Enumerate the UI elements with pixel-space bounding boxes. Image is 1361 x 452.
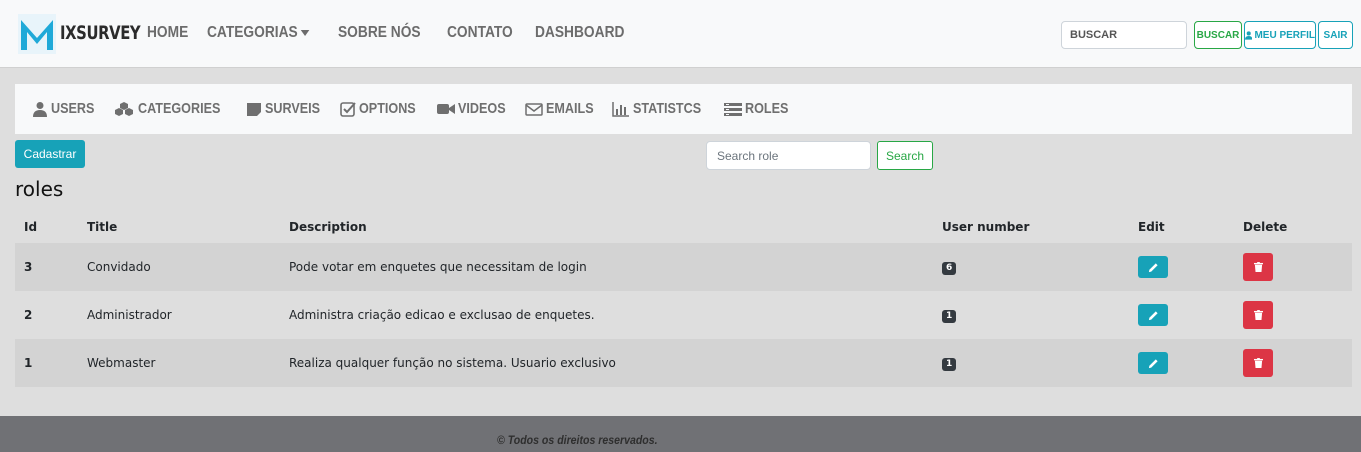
subnav-videos[interactable]: VIDEOS [436, 100, 515, 117]
subnav-users-label: USERS [51, 100, 95, 117]
cadastrar-button[interactable]: Cadastrar [15, 140, 85, 168]
table-row: 1 Webmaster Realiza qualquer função no s… [15, 339, 1352, 387]
header-title: Title [87, 220, 118, 234]
table-row: 2 Administrador Administra criação edica… [15, 291, 1352, 339]
pencil-icon [1148, 262, 1158, 272]
role-search-input[interactable] [706, 141, 871, 170]
admin-subnav: USERS CATEGORIES SURVEIS OPTIONS VIDEOS … [15, 84, 1352, 134]
header-description: Description [289, 220, 367, 234]
meu-perfil-label: MEU PERFIL [1254, 29, 1315, 41]
nav-sobre[interactable]: SOBRE NÓS [338, 24, 421, 42]
cell-id: 2 [24, 308, 33, 322]
cell-description: Pode votar em enquetes que necessitam de… [289, 260, 587, 274]
footer-copyright: © Todos os direitos reservados. [497, 433, 658, 447]
cell-description: Realiza qualquer função no sistema. Usua… [289, 356, 616, 370]
header-edit: Edit [1138, 220, 1165, 234]
video-camera-icon [436, 103, 455, 114]
pencil-icon [1148, 310, 1158, 320]
subnav-surveis[interactable]: SURVEIS [246, 100, 331, 117]
buscar-button[interactable]: BUSCAR [1194, 21, 1242, 49]
sair-button[interactable]: SAIR [1318, 21, 1353, 49]
main-nav: HOME CATEGORIAS SOBRE NÓS CONTATO DASHBO… [147, 24, 651, 42]
user-count-badge: 6 [942, 262, 957, 275]
delete-button[interactable] [1243, 349, 1273, 377]
mixsurvey-logo[interactable] [18, 14, 56, 54]
trash-icon [1253, 262, 1263, 272]
edit-button[interactable] [1138, 352, 1168, 374]
cell-id: 3 [24, 260, 33, 274]
edit-button[interactable] [1138, 304, 1168, 326]
page-title: roles [15, 177, 64, 201]
subnav-options[interactable]: OPTIONS [340, 100, 427, 117]
table-row: 3 Convidado Pode votar em enquetes que n… [15, 243, 1352, 291]
subnav-options-label: OPTIONS [359, 100, 417, 117]
nav-home[interactable]: HOME [147, 24, 188, 42]
user-icon [1245, 30, 1253, 40]
user-count-badge: 1 [942, 358, 957, 371]
subnav-roles-label: ROLES [745, 100, 789, 117]
top-navbar: IXSURVEY HOME CATEGORIAS SOBRE NÓS CONTA… [0, 0, 1361, 68]
cubes-icon [114, 101, 133, 116]
subnav-users[interactable]: USERS [32, 100, 103, 117]
nav-categorias[interactable]: CATEGORIAS [207, 24, 310, 42]
subnav-emails-label: EMAILS [545, 100, 594, 117]
cell-id: 1 [24, 356, 33, 370]
user-count-badge: 1 [942, 310, 957, 323]
subnav-statistcs-label: STATISTCS [633, 100, 702, 117]
header-user-number: User number [942, 220, 1030, 234]
subnav-emails[interactable]: EMAILS [524, 100, 603, 117]
envelope-icon [524, 102, 543, 116]
nav-contato[interactable]: CONTATO [447, 24, 513, 42]
subnav-categories[interactable]: CATEGORIES [113, 100, 236, 117]
pencil-icon [1148, 358, 1158, 368]
subnav-roles[interactable]: ROLES [724, 100, 797, 117]
cell-title: Convidado [87, 260, 151, 274]
user-icon [33, 101, 47, 117]
cell-title: Webmaster [87, 356, 156, 370]
bar-chart-icon [612, 101, 630, 117]
subnav-categories-label: CATEGORIES [137, 100, 221, 117]
delete-button[interactable] [1243, 301, 1273, 329]
subnav-videos-label: VIDEOS [457, 100, 506, 117]
roles-table: Id Title Description User number Edit De… [15, 211, 1352, 387]
trash-icon [1253, 358, 1263, 368]
meu-perfil-button[interactable]: MEU PERFIL [1244, 21, 1316, 49]
brand-name[interactable]: IXSURVEY [60, 22, 141, 44]
top-search-input[interactable] [1061, 21, 1187, 49]
delete-button[interactable] [1243, 253, 1273, 281]
edit-button[interactable] [1138, 256, 1168, 278]
header-id: Id [24, 220, 38, 234]
cell-title: Administrador [87, 308, 172, 322]
subnav-surveis-label: SURVEIS [264, 100, 320, 117]
nav-categorias-label: CATEGORIAS [207, 24, 298, 41]
check-square-icon [340, 101, 357, 117]
trash-icon [1253, 310, 1263, 320]
caret-down-icon [301, 29, 310, 36]
list-icon [724, 102, 743, 116]
nav-dashboard[interactable]: DASHBOARD [535, 24, 624, 42]
subnav-statistcs[interactable]: STATISTCS [612, 100, 714, 117]
search-button[interactable]: Search [877, 141, 933, 170]
sticky-note-icon [246, 102, 261, 116]
cell-description: Administra criação edicao e exclusao de … [289, 308, 595, 322]
header-delete: Delete [1243, 220, 1288, 234]
table-header-row: Id Title Description User number Edit De… [15, 211, 1352, 243]
footer: © Todos os direitos reservados. [0, 416, 1361, 452]
